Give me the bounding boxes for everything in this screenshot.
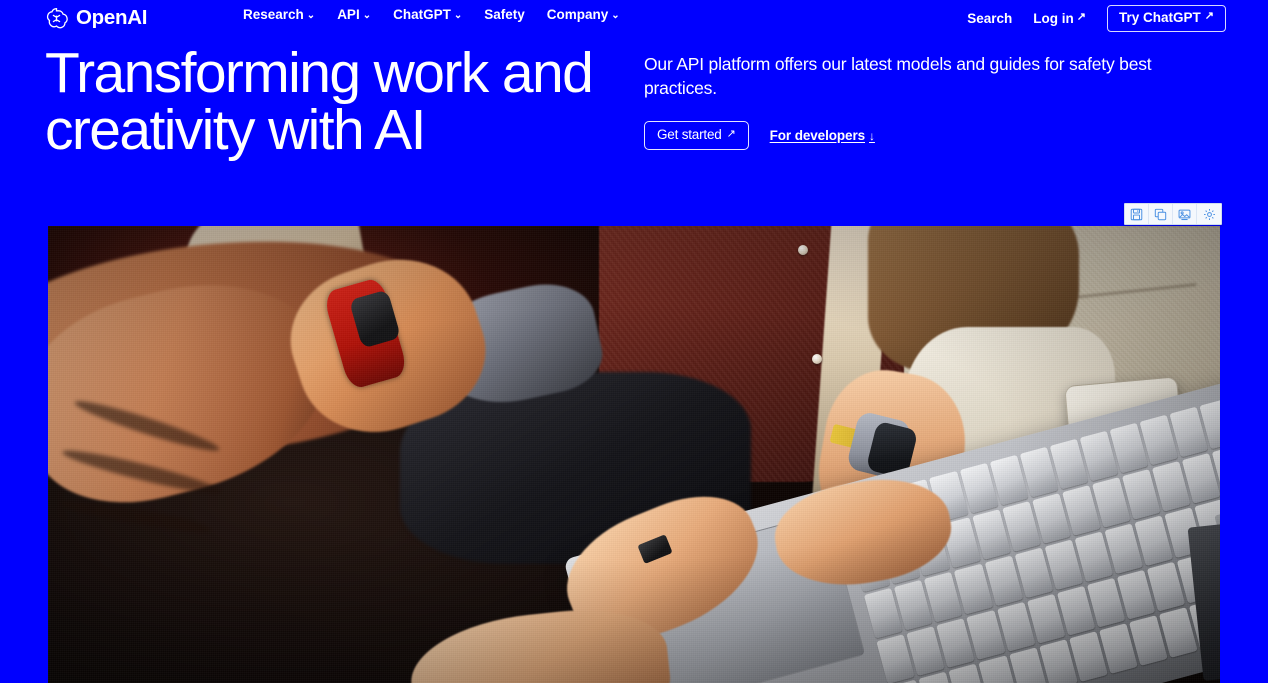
hero-description: Our API platform offers our latest model… [644, 54, 1152, 99]
nav-label: Research [243, 7, 304, 22]
openai-logo-icon [44, 6, 69, 31]
for-developers-link[interactable]: For developers ↓ [770, 129, 875, 143]
hero-image [48, 226, 1220, 683]
chevron-down-icon: ⌄ [453, 9, 463, 21]
try-chatgpt-label: Try ChatGPT [1119, 10, 1201, 25]
secondary-nav: Search Log in ↗ Try ChatGPT ↗ [967, 5, 1226, 32]
settings-icon[interactable] [1197, 204, 1221, 224]
image-icon[interactable] [1173, 204, 1197, 224]
primary-nav: Research ⌄ API ⌄ ChatGPT ⌄ Safety Compan… [243, 8, 620, 22]
for-developers-label: For developers [769, 127, 866, 143]
try-chatgpt-button[interactable]: Try ChatGPT ↗ [1107, 5, 1226, 32]
external-link-arrow-icon: ↗ [726, 127, 736, 140]
brand-name: OpenAI [76, 5, 148, 29]
hero-heading-line-1: Transforming work and [45, 41, 594, 105]
nav-item-safety[interactable]: Safety [484, 8, 525, 22]
hero-heading: Transforming work and creativity with AI [45, 45, 645, 159]
login-link[interactable]: Log in ↗ [1033, 10, 1087, 26]
arrow-down-icon: ↓ [869, 128, 875, 143]
get-started-button[interactable]: Get started ↗ [644, 121, 749, 150]
nav-label: Company [546, 7, 609, 22]
copy-icon[interactable] [1149, 204, 1173, 224]
search-button[interactable]: Search [967, 10, 1013, 26]
chevron-down-icon: ⌄ [362, 9, 372, 21]
nav-item-research[interactable]: Research ⌄ [243, 8, 315, 22]
nav-item-api[interactable]: API ⌄ [337, 8, 371, 22]
nav-label: API [337, 7, 360, 22]
nav-item-chatgpt[interactable]: ChatGPT ⌄ [393, 8, 462, 22]
external-link-arrow-icon: ↗ [1204, 10, 1214, 23]
get-started-label: Get started [657, 127, 722, 143]
hero-heading-line-2: creativity with AI [45, 98, 426, 162]
nav-label: ChatGPT [393, 7, 451, 22]
hero-photo-composition [48, 226, 1220, 683]
top-navigation-bar: OpenAI Research ⌄ API ⌄ ChatGPT ⌄ Safety… [0, 0, 1268, 36]
chevron-down-icon: ⌄ [306, 9, 316, 21]
save-icon[interactable] [1125, 204, 1149, 224]
nav-label: Safety [484, 7, 525, 22]
hero-side-panel: Our API platform offers our latest model… [644, 52, 1214, 150]
search-label: Search [967, 10, 1013, 26]
login-label: Log in [1033, 10, 1074, 26]
brand-home-link[interactable]: OpenAI [44, 4, 147, 32]
nav-item-company[interactable]: Company ⌄ [547, 8, 620, 22]
hero-actions: Get started ↗ For developers ↓ [644, 121, 1214, 150]
chevron-down-icon: ⌄ [611, 9, 620, 21]
external-link-arrow-icon: ↗ [1076, 10, 1087, 23]
image-toolbar [1124, 203, 1222, 225]
